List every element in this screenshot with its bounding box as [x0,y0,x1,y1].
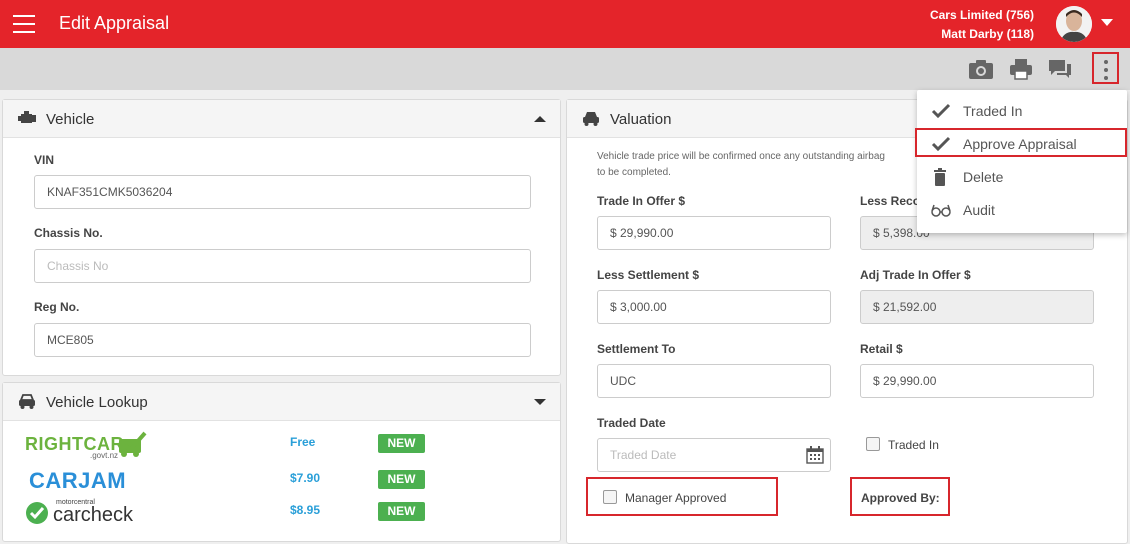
calendar-icon[interactable] [806,446,824,464]
avatar[interactable] [1056,6,1092,42]
actions-menu: Traded In Approve Appraisal Delete Audit [917,90,1127,233]
engine-icon [17,109,37,127]
carcheck-price: $8.95 [290,503,321,517]
menu-item-label: Audit [963,202,995,218]
vehicle-lookup-title: Vehicle Lookup [46,394,148,411]
valuation-note-line: Vehicle trade price will be confirmed on… [597,151,885,162]
comments-icon[interactable] [1047,58,1073,80]
adj-trade-input[interactable] [860,290,1094,324]
vehicle-lookup-panel: Vehicle Lookup RIGHTCAR .govt.nz Free NE… [2,382,561,542]
vehicle-panel: Vehicle VIN Chassis No. Reg No. [2,99,561,376]
vehicle-panel-title: Vehicle [46,111,95,128]
car-icon [581,109,601,127]
traded-in-label: Traded In [888,438,939,452]
check-circle-icon [26,502,48,524]
toolbar [0,48,1130,90]
traded-in-checkbox[interactable] [866,437,880,451]
rightcar-price: Free [290,435,316,449]
menu-item-label: Traded In [963,103,1023,119]
valuation-panel-title: Valuation [610,111,672,128]
manager-approved-label: Manager Approved [625,491,727,505]
menu-item-label: Delete [963,169,1004,185]
car-check-icon [119,431,147,457]
check-icon [931,102,951,120]
trade-in-offer-label: Trade In Offer $ [597,194,686,208]
more-vertical-icon[interactable] [1092,52,1119,84]
reg-input[interactable] [34,323,531,357]
glasses-icon [931,201,951,219]
car-icon [17,392,37,410]
camera-icon[interactable] [968,58,994,80]
rightcar-logo[interactable]: RIGHTCAR .govt.nz [25,431,155,463]
highlight-box [915,128,1127,157]
retail-label: Retail $ [860,342,903,356]
carcheck-logo[interactable]: motorcentral carcheck [25,499,155,527]
less-recon-label: Less Reco [860,194,921,208]
carcheck-name: carcheck [53,504,134,526]
print-icon[interactable] [1008,58,1034,80]
app-header: Edit Appraisal Cars Limited (756) Matt D… [0,0,1130,48]
menu-icon[interactable] [13,15,35,33]
valuation-note: Vehicle trade price will be confirmed on… [597,149,885,181]
reg-label: Reg No. [34,300,80,314]
page-title: Edit Appraisal [59,13,170,33]
new-badge: NEW [378,470,425,489]
manager-approved-checkbox[interactable] [603,490,617,504]
rightcar-sub: .govt.nz [90,451,119,460]
collapse-icon[interactable] [534,116,546,122]
vin-label: VIN [34,153,55,167]
new-badge: NEW [378,434,425,453]
menu-item-delete[interactable]: Delete [917,160,1127,193]
trash-icon [931,168,951,186]
traded-date-label: Traded Date [597,416,666,430]
menu-item-traded-in[interactable]: Traded In [917,94,1127,127]
new-badge: NEW [378,502,425,521]
chassis-input[interactable] [34,249,531,283]
chevron-down-icon[interactable] [1101,19,1113,26]
vehicle-lookup-header[interactable]: Vehicle Lookup [3,383,560,421]
adj-trade-label: Adj Trade In Offer $ [860,268,971,282]
approved-by-label: Approved By: [861,491,940,505]
user-name: Matt Darby (118) [941,27,1034,41]
less-settlement-label: Less Settlement $ [597,268,700,282]
chassis-label: Chassis No. [34,226,103,240]
less-settlement-input[interactable] [597,290,831,324]
valuation-note-line: to be completed. [597,167,671,178]
settlement-to-input[interactable] [597,364,831,398]
traded-date-input[interactable] [597,438,831,472]
menu-item-audit[interactable]: Audit [917,193,1127,226]
retail-input[interactable] [860,364,1094,398]
user-info: Cars Limited (756) Matt Darby (118) [930,6,1034,44]
trade-in-offer-input[interactable] [597,216,831,250]
company-name: Cars Limited (756) [929,8,1034,22]
carjam-logo[interactable]: CARJAM [29,468,126,494]
carjam-price: $7.90 [290,471,321,485]
vin-input[interactable] [34,175,531,209]
settlement-to-label: Settlement To [597,342,676,356]
vehicle-panel-header[interactable]: Vehicle [3,100,560,138]
expand-icon[interactable] [534,399,546,405]
